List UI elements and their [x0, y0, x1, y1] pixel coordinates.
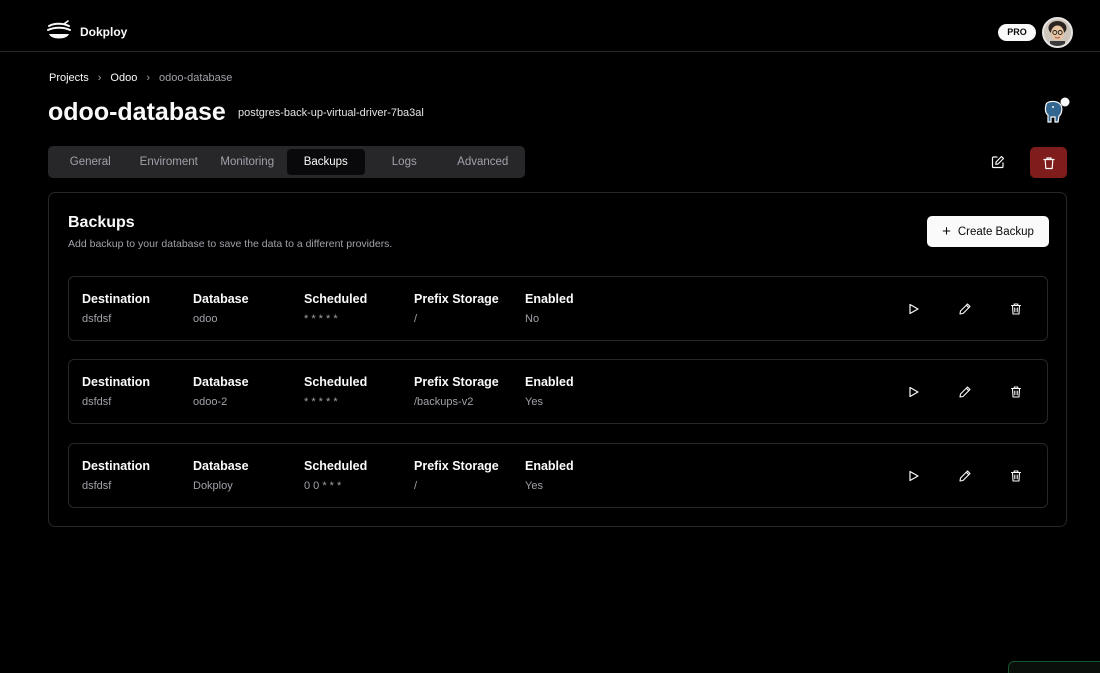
backups-title: Backups — [68, 214, 135, 231]
backup-row: Destination dsfdsf Database Dokploy Schedule… — [68, 443, 1048, 508]
backup-scheduled-label: Scheduled — [304, 375, 368, 389]
trash-icon — [1010, 303, 1022, 315]
backup-enabled-cell: Enabled No — [525, 292, 574, 325]
run-backup-button[interactable] — [903, 382, 923, 402]
edit-square-icon — [991, 155, 1005, 169]
delete-database-button[interactable] — [1030, 147, 1067, 178]
backup-database-cell: Database Dokploy — [193, 459, 249, 492]
delete-backup-button[interactable] — [1006, 466, 1026, 486]
backup-database-label: Database — [193, 292, 249, 306]
breadcrumb-current: odoo-database — [159, 72, 233, 84]
backup-scheduled-label: Scheduled — [304, 292, 368, 306]
backup-prefix-storage-cell: Prefix Storage / — [414, 459, 499, 492]
tab-logs[interactable]: Logs — [365, 149, 444, 175]
backup-prefix-storage-label: Prefix Storage — [414, 375, 499, 389]
backup-destination-cell: Destination dsfdsf — [82, 375, 150, 408]
backup-row: Destination dsfdsf Database odoo-2 Scheduled… — [68, 359, 1048, 424]
pencil-icon — [959, 303, 971, 315]
dokploy-logo-icon[interactable] — [46, 20, 72, 44]
backup-enabled-value: No — [525, 313, 540, 325]
backup-prefix-storage-label: Prefix Storage — [414, 292, 499, 306]
backup-destination-value: dsfdsf — [82, 313, 112, 325]
backup-destination-label: Destination — [82, 459, 151, 473]
backups-description: Add backup to your database to save the … — [68, 238, 393, 250]
backup-database-value: odoo-2 — [193, 396, 228, 408]
backup-scheduled-value: 0 0 * * * — [304, 480, 342, 492]
backup-database-cell: Database odoo — [193, 292, 249, 325]
play-icon — [909, 386, 919, 398]
backup-prefix-storage-value: / — [414, 480, 418, 492]
backup-destination-label: Destination — [82, 292, 151, 306]
pencil-icon — [959, 470, 971, 482]
create-backup-label: Create Backup — [957, 225, 1034, 238]
tab-monitoring[interactable]: Monitoring — [208, 149, 287, 175]
pencil-icon — [959, 386, 971, 398]
backup-database-value: odoo — [193, 313, 218, 325]
tab-advanced[interactable]: Advanced — [444, 149, 523, 175]
backup-destination-cell: Destination dsfdsf — [82, 292, 150, 325]
backup-scheduled-value: * * * * * — [304, 313, 338, 325]
backup-scheduled-cell: Scheduled 0 0 * * * — [304, 459, 367, 492]
create-backup-button[interactable]: + Create Backup — [927, 216, 1049, 247]
trash-icon — [1010, 470, 1022, 482]
user-avatar[interactable] — [1042, 17, 1073, 48]
postgres-elephant-icon — [1044, 97, 1070, 123]
backup-enabled-value: Yes — [525, 480, 543, 492]
backup-prefix-storage-cell: Prefix Storage/backups-v2 — [414, 375, 499, 408]
chevron-right-icon: › — [97, 72, 102, 84]
brand-name: Dokploy — [80, 25, 128, 39]
edit-button[interactable] — [982, 147, 1014, 177]
backup-enabled-cell: Enabled Yes — [525, 375, 574, 408]
backup-enabled-cell: Enabled Yes — [525, 459, 574, 492]
trash-icon — [1042, 156, 1055, 169]
delete-backup-button[interactable] — [1006, 382, 1026, 402]
edit-backup-button[interactable] — [955, 382, 975, 402]
edit-backup-button[interactable] — [955, 466, 975, 486]
backup-destination-label: Destination — [82, 375, 151, 389]
breadcrumb: Projects › Odoo › odoo-database — [49, 72, 232, 84]
avatar-image — [1044, 19, 1071, 46]
trash-icon — [1010, 386, 1022, 398]
backup-enabled-label: Enabled — [525, 459, 574, 473]
tab-general[interactable]: General — [51, 149, 130, 175]
run-backup-button[interactable] — [903, 299, 923, 319]
backups-card: Backups Add backup to your database to s… — [48, 192, 1067, 527]
pro-badge: PRO — [998, 24, 1036, 41]
plus-icon: + — [942, 223, 951, 240]
backup-enabled-label: Enabled — [525, 375, 574, 389]
play-icon — [909, 303, 919, 315]
backup-prefix-storage-label: Prefix Storage — [414, 459, 499, 473]
backup-enabled-label: Enabled — [525, 292, 574, 306]
backup-scheduled-cell: Scheduled * * * * * — [304, 375, 367, 408]
backup-database-label: Database — [193, 375, 249, 389]
backup-prefix-storage-value: /backups-v2 — [414, 396, 474, 408]
page-title: odoo-database — [48, 98, 226, 126]
backup-destination-cell: Destination dsfdsf — [82, 459, 150, 492]
top-bar: Dokploy PRO — [0, 0, 1100, 52]
breadcrumb-projects[interactable]: Projects — [49, 72, 89, 84]
play-icon — [909, 470, 919, 482]
chevron-right-icon: › — [146, 72, 151, 84]
run-backup-button[interactable] — [903, 466, 923, 486]
app-name-label: postgres-back-up-virtual-driver-7ba3al — [238, 107, 424, 119]
tab-backups[interactable]: Backups — [286, 149, 365, 175]
toast-notification[interactable] — [1008, 661, 1100, 673]
backup-prefix-storage-value: / — [414, 313, 418, 325]
backup-database-value: Dokploy — [193, 480, 233, 492]
backup-row: Destination dsfdsf Database odoo Scheduled * … — [68, 276, 1048, 341]
backup-prefix-storage-cell: Prefix Storage / — [414, 292, 499, 325]
edit-backup-button[interactable] — [955, 299, 975, 319]
backup-enabled-value: Yes — [525, 396, 543, 408]
delete-backup-button[interactable] — [1006, 299, 1026, 319]
backup-database-cell: Database odoo-2 — [193, 375, 249, 408]
breadcrumb-project[interactable]: Odoo — [110, 72, 137, 84]
tab-environment[interactable]: Enviroment — [130, 149, 209, 175]
tab-bar: General Enviroment Monitoring Backups Lo… — [48, 146, 525, 178]
backup-scheduled-value: * * * * * — [304, 396, 338, 408]
backup-destination-value: dsfdsf — [82, 480, 112, 492]
backup-scheduled-cell: Scheduled * * * * * — [304, 292, 367, 325]
backup-scheduled-label: Scheduled — [304, 459, 368, 473]
backup-destination-value: dsfdsf — [82, 396, 112, 408]
backup-database-label: Database — [193, 459, 249, 473]
